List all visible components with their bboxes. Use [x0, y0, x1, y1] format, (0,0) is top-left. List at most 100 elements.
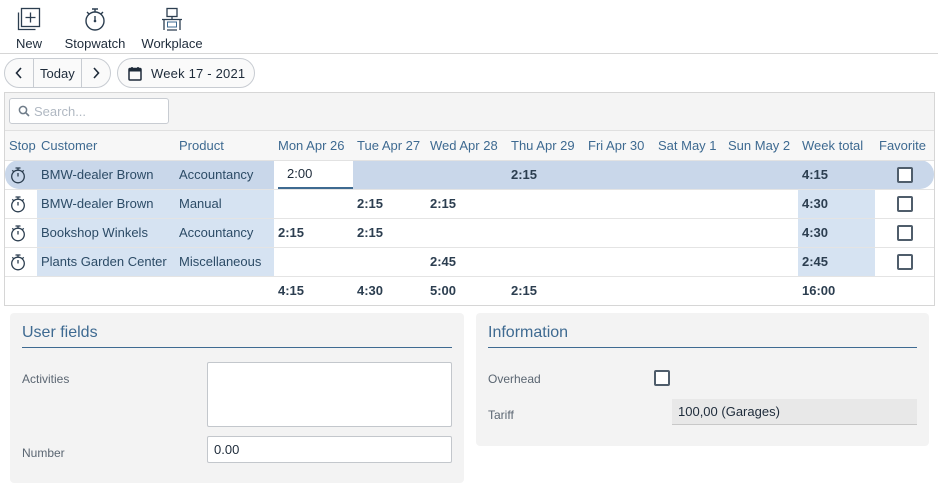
number-field[interactable]: 0.00	[207, 436, 452, 463]
column-header-stop[interactable]: Stop	[5, 131, 37, 161]
search-input[interactable]	[34, 103, 164, 119]
table-header-row: Stop Customer Product Mon Apr 26 Tue Apr…	[5, 131, 934, 161]
cell-mon[interactable]	[274, 189, 353, 219]
new-label: New	[15, 36, 42, 51]
cell-thu[interactable]	[507, 247, 584, 277]
column-header-mon[interactable]: Mon Apr 26	[274, 131, 353, 161]
cell-customer[interactable]: BMW-dealer Brown	[37, 160, 175, 190]
cell-sat[interactable]	[654, 247, 724, 277]
new-button[interactable]: New	[12, 6, 46, 52]
cell-favorite	[875, 218, 934, 248]
cell-sun[interactable]	[724, 160, 798, 190]
cell-mon[interactable]: 2:15	[274, 218, 353, 248]
cell-tue[interactable]	[353, 160, 426, 190]
table-row[interactable]: Bookshop Winkels Accountancy 2:15 2:15 4…	[5, 218, 934, 248]
cell-thu[interactable]	[507, 218, 584, 248]
cell-thu[interactable]	[507, 189, 584, 219]
previous-week-button[interactable]	[5, 59, 33, 87]
cell-sat[interactable]	[654, 189, 724, 219]
week-picker-button[interactable]: Week 17 - 2021	[117, 58, 255, 88]
column-header-tue[interactable]: Tue Apr 27	[353, 131, 426, 161]
today-button[interactable]: Today	[33, 59, 82, 87]
stopwatch-button[interactable]: Stopwatch	[60, 6, 130, 52]
cell-week-total: 4:15	[798, 160, 875, 190]
cell-product[interactable]: Miscellaneous	[175, 247, 274, 277]
cell-mon[interactable]	[274, 247, 353, 277]
table-row[interactable]: BMW-dealer Brown Accountancy 2:00 2:15 4…	[5, 160, 934, 190]
row-stopwatch-button[interactable]	[5, 218, 37, 248]
column-header-thu[interactable]: Thu Apr 29	[507, 131, 584, 161]
total-fri	[584, 276, 654, 305]
workplace-label: Workplace	[141, 36, 203, 51]
new-icon	[17, 7, 41, 31]
activities-label: Activities	[22, 372, 70, 386]
favorite-checkbox[interactable]	[897, 166, 913, 183]
stopwatch-icon	[11, 224, 25, 241]
totals-spacer	[875, 276, 934, 305]
cell-product[interactable]: Manual	[175, 189, 274, 219]
row-stopwatch-button[interactable]	[5, 189, 37, 219]
cell-favorite	[875, 189, 934, 219]
table-row[interactable]: BMW-dealer Brown Manual 2:15 2:15 4:30	[5, 189, 934, 219]
cell-wed[interactable]	[426, 218, 507, 248]
cell-tue[interactable]	[353, 247, 426, 277]
favorite-checkbox[interactable]	[897, 195, 913, 212]
cell-product[interactable]: Accountancy	[175, 160, 274, 190]
cell-fri[interactable]	[584, 247, 654, 277]
overhead-checkbox[interactable]	[654, 370, 670, 386]
hours-input[interactable]: 2:00	[278, 161, 353, 188]
cell-sun[interactable]	[724, 247, 798, 277]
row-stopwatch-button[interactable]	[5, 247, 37, 277]
cell-sat[interactable]	[654, 160, 724, 190]
cell-fri[interactable]	[584, 160, 654, 190]
calendar-icon	[128, 66, 142, 81]
cell-wed[interactable]	[426, 160, 507, 190]
cell-customer[interactable]: Plants Garden Center	[37, 247, 175, 277]
favorite-checkbox[interactable]	[897, 224, 913, 241]
divider	[488, 347, 917, 348]
activities-field[interactable]	[207, 362, 452, 427]
cell-tue[interactable]: 2:15	[353, 189, 426, 219]
cell-mon-editor[interactable]: 2:00	[274, 160, 353, 190]
stopwatch-icon	[11, 253, 25, 270]
column-header-fri[interactable]: Fri Apr 30	[584, 131, 654, 161]
column-header-sun[interactable]: Sun May 2	[724, 131, 798, 161]
tariff-value: 100,00 (Garages)	[672, 399, 917, 425]
cell-fri[interactable]	[584, 189, 654, 219]
search-field[interactable]	[9, 98, 169, 124]
week-nav-group: Today	[4, 58, 111, 88]
total-sun	[724, 276, 798, 305]
row-stopwatch-button[interactable]	[5, 160, 37, 190]
column-header-customer[interactable]: Customer	[37, 131, 175, 161]
total-tue: 4:30	[357, 283, 384, 299]
number-label: Number	[22, 446, 65, 460]
cell-week-total: 4:30	[798, 218, 875, 248]
column-header-wed[interactable]: Wed Apr 28	[426, 131, 507, 161]
totals-spacer	[37, 276, 175, 305]
stopwatch-icon	[85, 8, 105, 31]
workplace-icon	[162, 7, 182, 31]
total-mon: 4:15	[278, 283, 305, 299]
cell-product[interactable]: Accountancy	[175, 218, 274, 248]
cell-wed[interactable]: 2:45	[426, 247, 507, 277]
table-row[interactable]: Plants Garden Center Miscellaneous 2:45 …	[5, 247, 934, 277]
cell-sat[interactable]	[654, 218, 724, 248]
totals-spacer	[175, 276, 274, 305]
cell-fri[interactable]	[584, 218, 654, 248]
column-header-week-total[interactable]: Week total	[798, 131, 875, 161]
cell-sun[interactable]	[724, 189, 798, 219]
workplace-button[interactable]: Workplace	[137, 6, 207, 52]
column-header-favorite[interactable]: Favorite	[875, 131, 934, 161]
cell-thu[interactable]: 2:15	[507, 160, 584, 190]
information-title: Information	[488, 324, 569, 341]
cell-customer[interactable]: BMW-dealer Brown	[37, 189, 175, 219]
column-header-sat[interactable]: Sat May 1	[654, 131, 724, 161]
next-week-button[interactable]	[82, 59, 110, 87]
cell-tue[interactable]: 2:15	[353, 218, 426, 248]
cell-favorite	[875, 247, 934, 277]
favorite-checkbox[interactable]	[897, 253, 913, 270]
cell-wed[interactable]: 2:15	[426, 189, 507, 219]
cell-sun[interactable]	[724, 218, 798, 248]
column-header-product[interactable]: Product	[175, 131, 274, 161]
cell-customer[interactable]: Bookshop Winkels	[37, 218, 175, 248]
